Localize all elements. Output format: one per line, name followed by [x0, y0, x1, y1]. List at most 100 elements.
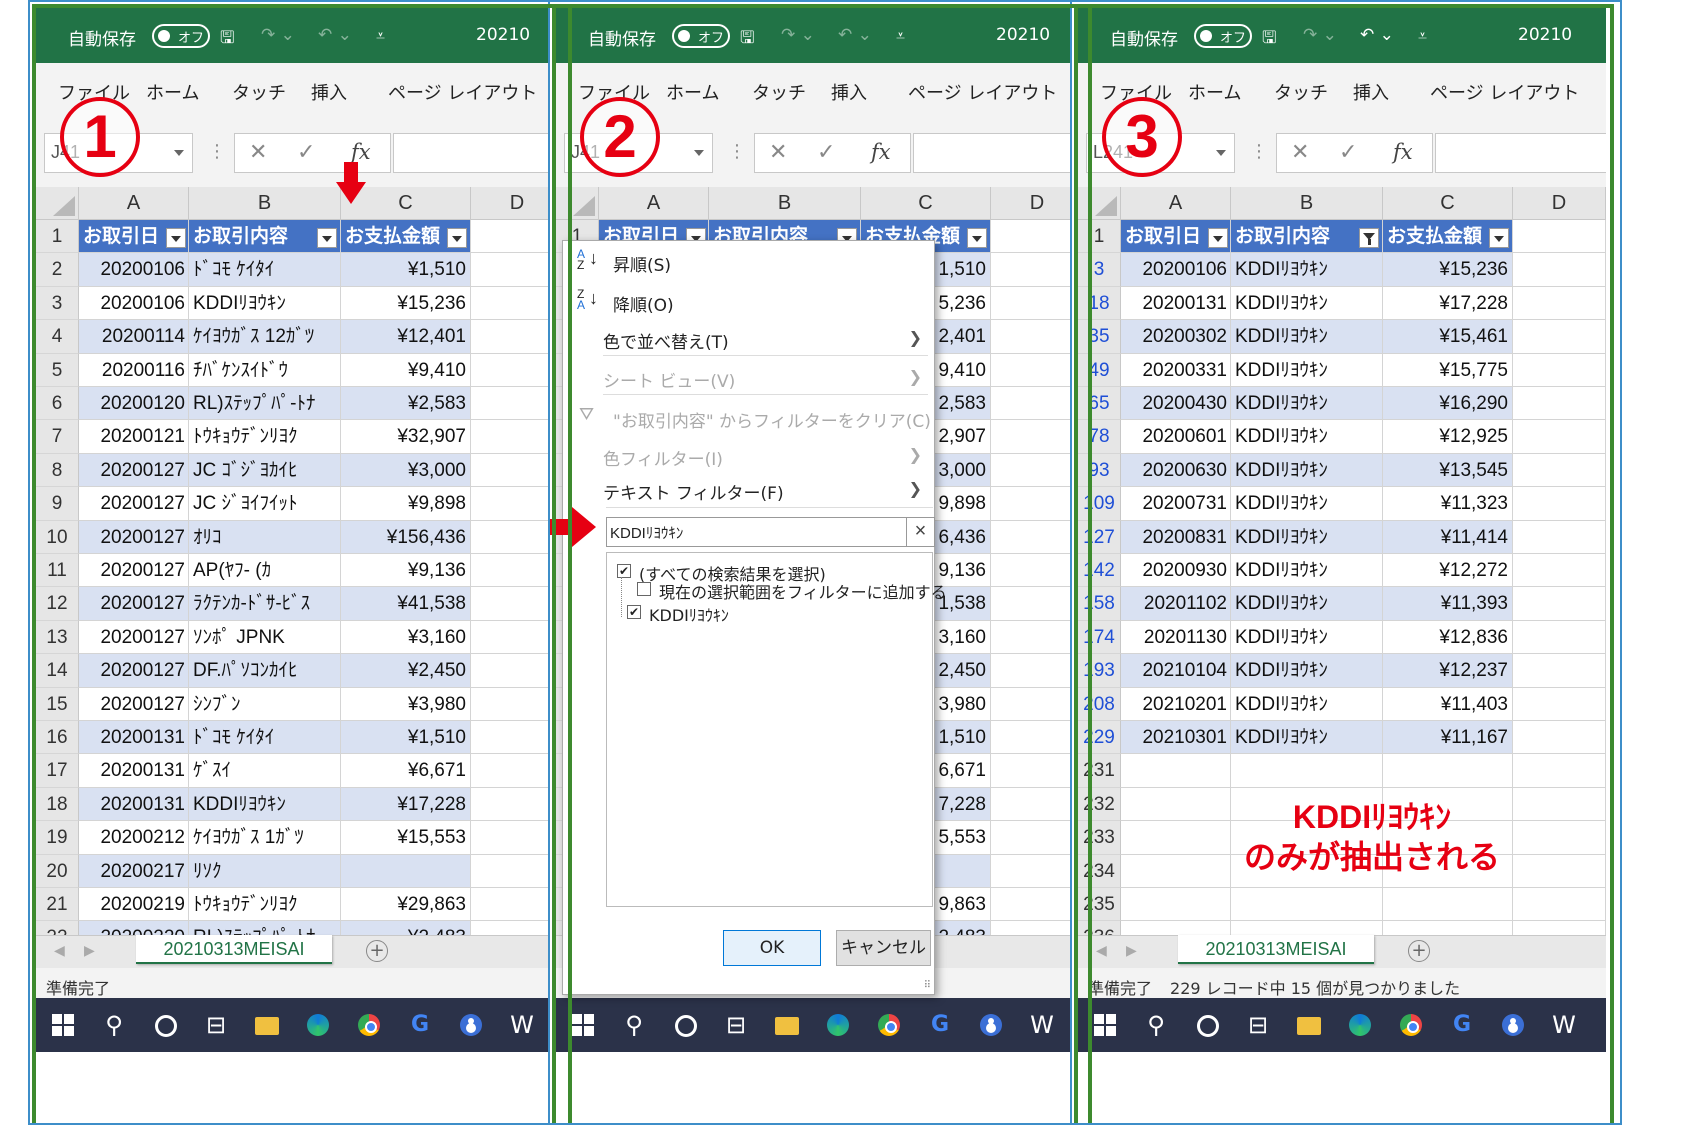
row-header[interactable]: 65: [1078, 387, 1121, 421]
select-all-corner[interactable]: [36, 187, 79, 220]
cell-amount[interactable]: ¥12,401: [341, 320, 471, 354]
cell-description[interactable]: KDDIﾘﾖｳｷﾝ: [1231, 654, 1383, 688]
cell-amount[interactable]: ¥13,545: [1383, 453, 1513, 488]
row-header[interactable]: 193: [1078, 654, 1121, 688]
table-row[interactable]: 229 20210301 KDDIﾘﾖｳｷﾝ ¥11,167: [1078, 721, 1606, 755]
cell[interactable]: [1513, 854, 1606, 888]
cell-date[interactable]: 20200106: [79, 253, 189, 287]
cell[interactable]: [1513, 420, 1606, 454]
table-row[interactable]: 93 20200630 KDDIﾘﾖｳｷﾝ ¥13,545: [1078, 453, 1606, 488]
cell-description[interactable]: KDDIﾘﾖｳｷﾝ: [1231, 721, 1383, 755]
cell-date[interactable]: 20200127: [79, 654, 189, 688]
row-header[interactable]: 21: [36, 888, 79, 922]
cell[interactable]: [1513, 520, 1606, 554]
row-header[interactable]: 109: [1078, 487, 1121, 521]
cell[interactable]: [1121, 854, 1231, 888]
redo-icon[interactable]: ↷ ⌄: [261, 25, 295, 45]
autofilter-dropdown-menu[interactable]: A Z ↓ 昇順(S) Z A ↓ 降順(O) 色で並べ替え(T) ❯ シート ビュー(V) ❯ ⛛ "お…: [562, 240, 947, 995]
cell-amount[interactable]: ¥29,863: [341, 888, 471, 922]
cell-description[interactable]: KDDIﾘﾖｳｷﾝ: [1231, 320, 1383, 354]
cell-date[interactable]: 20200731: [1121, 487, 1231, 521]
cell[interactable]: [1513, 687, 1606, 721]
cell-description[interactable]: ﾗｸﾃﾝｶ-ﾄﾞｻ-ﾋﾞｽ: [189, 587, 341, 621]
cell-amount[interactable]: ¥15,461: [1383, 320, 1513, 354]
cell-date[interactable]: 20200930: [1121, 554, 1231, 588]
redo-icon[interactable]: ↷ ⌄: [781, 25, 815, 45]
cell-amount[interactable]: ¥9,898: [341, 487, 471, 521]
resize-grip-icon[interactable]: ⠿: [924, 980, 931, 991]
row-header[interactable]: 13: [36, 620, 79, 655]
cell-date[interactable]: 20200127: [79, 453, 189, 488]
cell[interactable]: [1513, 453, 1606, 488]
column-header[interactable]: A: [79, 187, 189, 220]
cell[interactable]: [1383, 888, 1513, 922]
ribbon-tab[interactable]: タッチ: [1274, 79, 1328, 105]
row-header[interactable]: 18: [1078, 286, 1121, 321]
table-row[interactable]: 8 20200127 JC ｺﾞｼﾞﾖｶｲﾋ ¥3,000: [36, 453, 564, 488]
next-sheet-icon[interactable]: ▶: [84, 943, 95, 959]
cell-amount[interactable]: ¥1,510: [341, 253, 471, 287]
cell-amount[interactable]: ¥15,236: [341, 286, 471, 321]
cell-amount[interactable]: ¥16,290: [1383, 387, 1513, 421]
prev-sheet-icon[interactable]: ◀: [1096, 943, 1107, 959]
cell-date[interactable]: 20200127: [79, 487, 189, 521]
cell-description[interactable]: KDDIﾘﾖｳｷﾝ: [1231, 453, 1383, 488]
word-icon[interactable]: W: [1025, 1008, 1059, 1042]
row-header[interactable]: 1: [36, 220, 79, 254]
cell-date[interactable]: 20200120: [79, 387, 189, 421]
formula-input[interactable]: [913, 133, 1084, 173]
cell-amount[interactable]: ¥2,483: [341, 921, 471, 935]
save-icon[interactable]: 🖫: [1262, 25, 1276, 54]
cancel-icon[interactable]: ✕: [249, 140, 267, 165]
table-row[interactable]: 235: [1078, 888, 1606, 922]
row-header[interactable]: 142: [1078, 554, 1121, 588]
cell[interactable]: [1513, 721, 1606, 755]
insert-function-icon[interactable]: fx: [871, 140, 891, 164]
edge-icon[interactable]: [301, 1008, 335, 1042]
cell-date[interactable]: 20200630: [1121, 453, 1231, 488]
cell-description[interactable]: KDDIﾘﾖｳｷﾝ: [1231, 620, 1383, 655]
cell[interactable]: [1513, 320, 1606, 354]
cell-date[interactable]: 20200212: [79, 821, 189, 855]
table-row[interactable]: 142 20200930 KDDIﾘﾖｳｷﾝ ¥12,272: [1078, 554, 1606, 588]
google-icon[interactable]: G: [403, 1008, 437, 1042]
row-header[interactable]: 233: [1078, 821, 1121, 855]
customize-qat-icon[interactable]: ⩡: [896, 26, 905, 46]
ribbon-tab[interactable]: ページ レイアウト: [1430, 79, 1579, 105]
cell[interactable]: [1513, 353, 1606, 387]
table-row[interactable]: 13 20200127 ｿﾝﾎﾟ JPNK ¥3,160: [36, 620, 564, 655]
cell[interactable]: [1513, 787, 1606, 822]
row-header[interactable]: 16: [36, 721, 79, 755]
file-explorer-icon[interactable]: [1292, 1008, 1326, 1042]
cell-description[interactable]: KDDIﾘﾖｳｷﾝ: [1231, 520, 1383, 554]
cell-date[interactable]: 20200131: [79, 721, 189, 755]
cell-description[interactable]: RL)ｽﾃｯﾌﾟﾊﾟ-ﾄﾅ: [189, 387, 341, 421]
cell-amount[interactable]: ¥11,167: [1383, 721, 1513, 755]
cell-date[interactable]: 20200131: [79, 787, 189, 822]
save-icon[interactable]: 🖫: [740, 25, 754, 54]
search-icon[interactable]: ⚲: [97, 1008, 131, 1042]
file-explorer-icon[interactable]: [250, 1008, 284, 1042]
table-row[interactable]: 174 20201130 KDDIﾘﾖｳｷﾝ ¥12,836: [1078, 620, 1606, 655]
cell-amount[interactable]: ¥3,160: [341, 620, 471, 655]
search-icon[interactable]: ⚲: [617, 1008, 651, 1042]
cell-date[interactable]: 20201102: [1121, 587, 1231, 621]
cell-description[interactable]: RL)ｽﾃｯﾌﾟﾊﾟ-ﾄﾅ: [189, 921, 341, 935]
cell[interactable]: [1231, 921, 1383, 935]
cell-date[interactable]: 20200127: [79, 520, 189, 554]
cell[interactable]: [1121, 821, 1231, 855]
filter-dropdown-date[interactable]: [166, 228, 186, 248]
cell-date[interactable]: 20200219: [79, 888, 189, 922]
cell-date[interactable]: 20210201: [1121, 687, 1231, 721]
row-header[interactable]: 93: [1078, 453, 1121, 488]
insert-function-icon[interactable]: fx: [1393, 140, 1413, 164]
filter-checkbox[interactable]: ✔: [617, 564, 631, 578]
cell[interactable]: [1513, 253, 1606, 287]
row-header[interactable]: 1: [1078, 220, 1121, 254]
cell-description[interactable]: KDDIﾘﾖｳｷﾝ: [1231, 286, 1383, 321]
cell-amount[interactable]: ¥2,583: [341, 387, 471, 421]
column-header[interactable]: C: [1383, 187, 1513, 220]
save-icon[interactable]: 🖫: [220, 25, 234, 54]
row-header[interactable]: 174: [1078, 620, 1121, 655]
cell-amount[interactable]: ¥9,136: [341, 554, 471, 588]
